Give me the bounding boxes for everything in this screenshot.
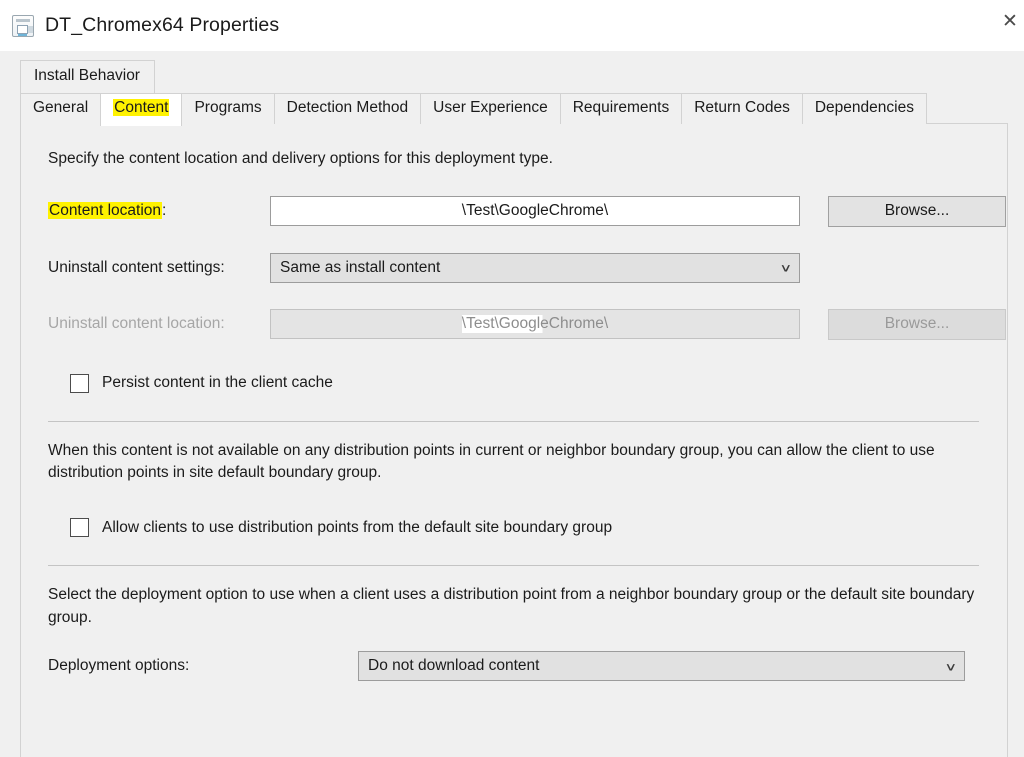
content-location-browse-button[interactable]: Browse... — [828, 196, 1006, 227]
tab-detection-method[interactable]: Detection Method — [274, 93, 422, 124]
content-location-value: \Test\GoogleChrome\ — [462, 202, 608, 220]
uninstall-content-location-value: \Test\GoogleChrome\ — [462, 315, 608, 333]
properties-window-icon — [12, 15, 34, 37]
tab-install-behavior-label: Install Behavior — [34, 67, 140, 84]
tab-strip: Install Behavior General Content Program… — [0, 51, 1024, 124]
persist-content-checkbox-row[interactable]: Persist content in the client cache — [48, 374, 987, 393]
close-icon[interactable]: ✕ — [992, 6, 1024, 36]
uninstall-content-settings-value: Same as install content — [280, 259, 773, 277]
tab-install-behavior[interactable]: Install Behavior — [20, 60, 155, 93]
tab-return-codes-label: Return Codes — [694, 99, 790, 116]
tab-dependencies-label: Dependencies — [815, 99, 914, 116]
deployment-options-label: Deployment options: — [48, 657, 358, 675]
tab-dependencies[interactable]: Dependencies — [802, 93, 927, 124]
tab-content[interactable]: Content — [100, 93, 182, 126]
divider-1 — [48, 421, 979, 422]
tab-user-experience-label: User Experience — [433, 99, 548, 116]
allow-clients-checkbox-row[interactable]: Allow clients to use distribution points… — [48, 518, 987, 537]
boundary-group-paragraph: When this content is not available on an… — [48, 440, 979, 485]
tab-row-main: General Content Programs Detection Metho… — [20, 93, 1024, 124]
deployment-option-paragraph: Select the deployment option to use when… — [48, 584, 979, 629]
deployment-options-row: Deployment options: Do not download cont… — [48, 651, 987, 681]
content-tab-panel: Specify the content location and deliver… — [20, 123, 1008, 757]
tab-general-label: General — [33, 99, 88, 116]
content-location-row: Content location: \Test\GoogleChrome\ Br… — [48, 196, 987, 227]
tab-programs-label: Programs — [194, 99, 261, 116]
deployment-options-value: Do not download content — [368, 657, 938, 675]
panel-intro-text: Specify the content location and deliver… — [48, 148, 987, 170]
uninstall-content-settings-select[interactable]: Same as install content ∨ — [270, 253, 800, 283]
content-location-input[interactable]: \Test\GoogleChrome\ — [270, 196, 800, 226]
tab-detection-method-label: Detection Method — [287, 99, 409, 116]
tab-user-experience[interactable]: User Experience — [420, 93, 561, 124]
allow-clients-checkbox[interactable] — [70, 518, 89, 537]
content-location-label: Content location: — [48, 202, 270, 220]
persist-content-label: Persist content in the client cache — [102, 374, 333, 392]
tab-requirements[interactable]: Requirements — [560, 93, 683, 124]
tab-return-codes[interactable]: Return Codes — [681, 93, 803, 124]
persist-content-checkbox[interactable] — [70, 374, 89, 393]
tab-general[interactable]: General — [20, 93, 101, 124]
tab-content-label: Content — [113, 99, 169, 116]
chevron-down-icon: ∨ — [945, 661, 958, 672]
chevron-down-icon: ∨ — [780, 262, 793, 273]
uninstall-content-settings-label: Uninstall content settings: — [48, 259, 270, 277]
tab-requirements-label: Requirements — [573, 99, 670, 116]
tab-programs[interactable]: Programs — [181, 93, 274, 124]
uninstall-content-settings-row: Uninstall content settings: Same as inst… — [48, 253, 987, 283]
divider-2 — [48, 565, 979, 566]
deployment-options-select[interactable]: Do not download content ∨ — [358, 651, 965, 681]
uninstall-content-location-browse-button: Browse... — [828, 309, 1006, 340]
title-bar: DT_Chromex64 Properties ✕ — [0, 0, 1024, 51]
uninstall-content-location-input: \Test\GoogleChrome\ — [270, 309, 800, 339]
properties-dialog: Install Behavior General Content Program… — [0, 51, 1024, 757]
tab-row-overflow: Install Behavior — [20, 60, 1024, 93]
uninstall-content-location-label: Uninstall content location: — [48, 315, 270, 333]
allow-clients-label: Allow clients to use distribution points… — [102, 519, 612, 537]
uninstall-content-location-row: Uninstall content location: \Test\Google… — [48, 309, 987, 340]
window-title: DT_Chromex64 Properties — [45, 14, 279, 37]
